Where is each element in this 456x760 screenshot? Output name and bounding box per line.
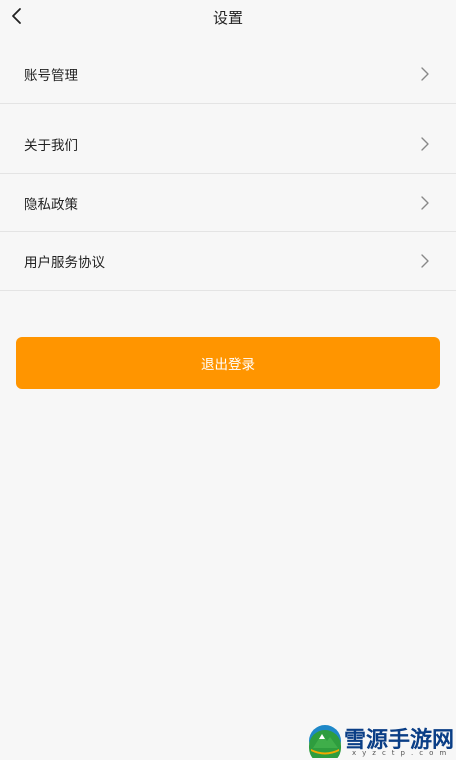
page-title: 设置	[212, 9, 243, 27]
settings-menu: 账号管理 关于我们 隐私政策 用户服务协议	[0, 45, 456, 291]
menu-item-privacy[interactable]: 隐私政策	[0, 174, 456, 232]
site-watermark: 雪源手游网 xyzctp.com	[308, 722, 456, 760]
watermark-subtext: xyzctp.com	[352, 749, 453, 757]
menu-item-label: 关于我们	[24, 138, 78, 154]
mountain-logo-icon	[309, 725, 341, 758]
chevron-right-icon	[421, 195, 429, 210]
chevron-right-icon	[421, 67, 429, 81]
chevron-right-icon	[421, 137, 429, 151]
header-bar: 设置	[0, 0, 456, 32]
menu-item-label: 隐私政策	[24, 196, 78, 213]
logout-button[interactable]: 退出登录	[16, 337, 440, 389]
menu-item-about[interactable]: 关于我们	[0, 104, 456, 174]
menu-item-user-agreement[interactable]: 用户服务协议	[0, 232, 456, 291]
menu-item-label: 用户服务协议	[24, 255, 105, 271]
menu-item-label: 账号管理	[24, 68, 78, 84]
menu-item-account[interactable]: 账号管理	[0, 45, 456, 104]
chevron-right-icon	[421, 254, 429, 268]
